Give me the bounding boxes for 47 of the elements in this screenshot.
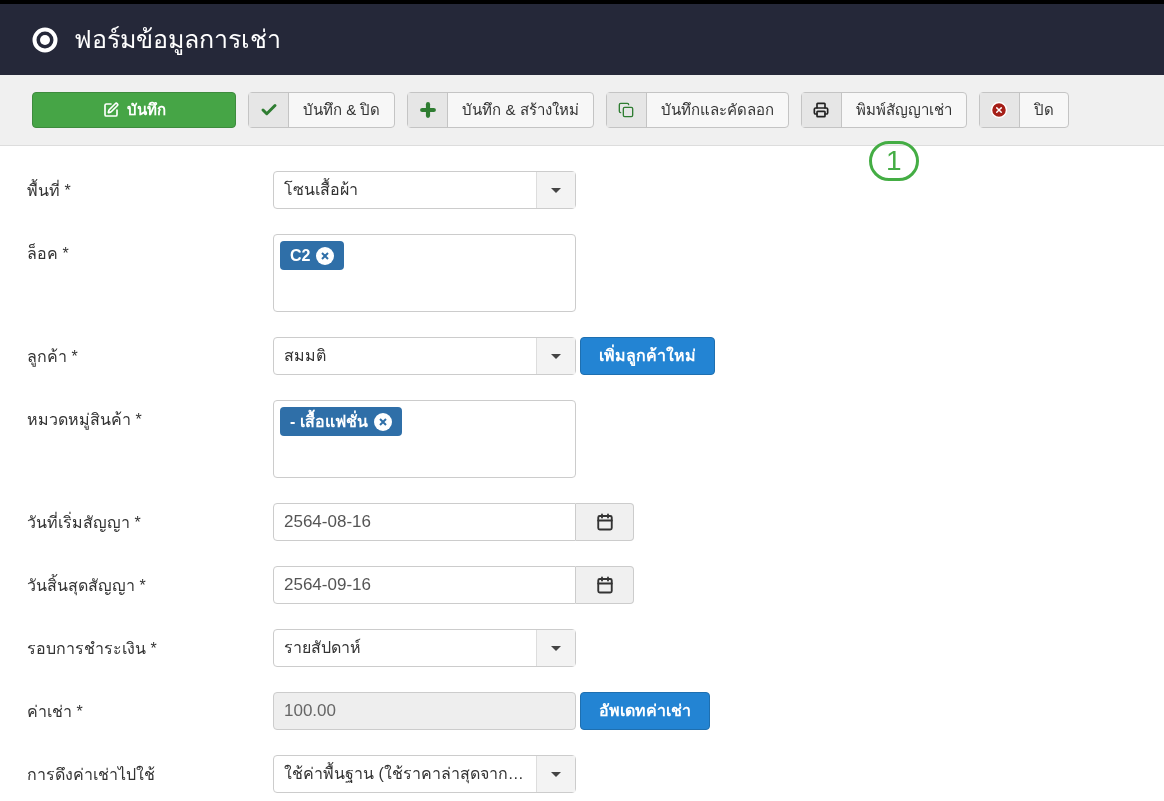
date-field[interactable]: 2564-08-16 xyxy=(273,503,576,541)
select-value: โซนเสื้อผ้า xyxy=(274,172,536,208)
caret-icon xyxy=(551,187,561,193)
select-field[interactable]: ใช้ค่าพื้นฐาน (ใช้ราคาล่าสุดจาก… xyxy=(273,755,576,793)
remove-icon[interactable] xyxy=(373,412,392,431)
field-label: รอบการชำระเงิน * xyxy=(27,639,158,659)
toolbar-button[interactable]: บันทึก & สร้างใหม่ xyxy=(407,92,594,128)
printer-icon xyxy=(813,102,830,118)
caret-icon xyxy=(551,771,561,777)
select-field[interactable]: รายสัปดาห์ xyxy=(273,629,576,667)
toolbar-button[interactable]: พิมพ์สัญญาเช่า xyxy=(800,92,967,128)
tag-input-field[interactable]: C2 xyxy=(273,234,576,312)
annotation-marker: 1 xyxy=(868,141,919,181)
plus-icon xyxy=(417,100,438,120)
target-icon xyxy=(32,26,58,53)
calendar-button[interactable] xyxy=(576,503,634,541)
select-value: สมมติ xyxy=(283,346,327,366)
field-label: วันที่เริ่มสัญญา * xyxy=(27,511,142,534)
copy-icon xyxy=(618,102,635,118)
remove-icon[interactable] xyxy=(316,246,335,265)
date-field[interactable]: 2564-09-16 xyxy=(273,566,576,604)
field-label: ลูกค้า * xyxy=(27,347,79,369)
action-button[interactable]: เพิ่มลูกค้าใหม่ xyxy=(580,337,715,375)
calendar-icon xyxy=(595,513,614,531)
close-icon xyxy=(990,101,1009,119)
tag-text: - เสื้อแฟชั่น xyxy=(290,409,368,434)
caret-icon xyxy=(551,353,561,359)
field-label: พื้นที่ * xyxy=(27,171,273,203)
select-value: รายสัปดาห์ xyxy=(283,637,362,658)
calendar-icon xyxy=(595,576,614,594)
select-field[interactable]: โซนเสื้อผ้า xyxy=(273,171,576,209)
caret-icon xyxy=(551,645,561,651)
tag-text: C2 xyxy=(290,245,311,266)
field-label: ล็อค * xyxy=(27,242,70,264)
toolbar-button[interactable]: ปิด xyxy=(978,92,1069,128)
page-title: ฟอร์มข้อมูลการเช่า xyxy=(74,23,281,57)
toolbar-button[interactable]: บันทึกและคัดลอก xyxy=(605,92,789,128)
field-label: หมวดหมู่สินค้า * xyxy=(27,410,143,432)
field-label: ค่าเช่า * xyxy=(27,702,84,722)
toolbar-button[interactable]: บันทึก & ปิด xyxy=(248,92,396,128)
select-field[interactable]: สมมติ xyxy=(273,337,576,375)
field-label: วันสิ้นสุดสัญญา * xyxy=(27,566,273,598)
field-label: การดึงค่าเช่าไปใช้ xyxy=(27,764,156,785)
tag-input-field[interactable]: - เสื้อแฟชั่น xyxy=(273,400,576,478)
select-value: ใช้ค่าพื้นฐาน (ใช้ราคาล่าสุดจาก… xyxy=(274,756,536,792)
edit-icon xyxy=(102,102,119,118)
calendar-button[interactable] xyxy=(576,566,634,604)
